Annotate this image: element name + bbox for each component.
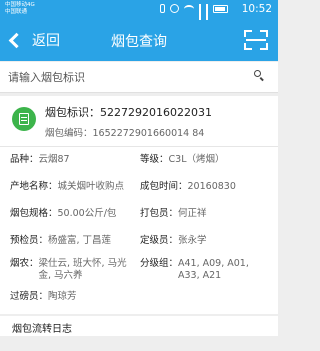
spec-label: 烟包规格：: [10, 208, 58, 219]
pack-time-label: 成包时间：: [140, 181, 188, 192]
bale-log-link[interactable]: 烟包流转日志: [0, 316, 278, 336]
bale-code-row: 烟包编码：1652272901660014 84: [45, 125, 204, 139]
origin-field: 产地名称：城关烟叶收购点: [10, 181, 124, 193]
bale-log-label: 烟包流转日志: [12, 324, 72, 335]
search-bar: [0, 62, 278, 93]
bale-code-label: 烟包编码：: [45, 128, 93, 139]
pregrader-value: 杨盛富, 丁昌莲: [48, 235, 112, 246]
weigher-value: 陶琼芳: [48, 291, 77, 302]
origin-value: 城关烟叶收购点: [57, 181, 125, 192]
scan-frame-corner: [260, 43, 268, 50]
bale-id-row: 烟包标识：5227292016022031: [45, 104, 212, 120]
packer-label: 打包员：: [140, 208, 179, 219]
weigher-label: 过磅员：: [10, 291, 49, 302]
carrier-info: 中国移动4G 中国联通: [5, 2, 35, 16]
class-group-field: 分级组：A41, A09, A01, A33, A21: [140, 258, 275, 282]
class-group-label: 分级组：: [140, 258, 179, 269]
alarm-icon: [170, 4, 179, 13]
farmer-label: 烟农：: [10, 258, 39, 269]
farmer-value: 梁仕云, 班大怀, 马光金, 马六养: [38, 258, 127, 281]
grade-field: 等级：C3L（烤烟）: [140, 154, 225, 166]
page-title: 烟包查询: [111, 34, 167, 50]
bale-info-card: 烟包标识：5227292016022031 烟包编码：1652272901660…: [0, 96, 278, 314]
bale-id-label: 烟包标识：: [45, 106, 100, 119]
pack-time-value: 20160830: [187, 181, 236, 192]
variety-value: 云烟87: [38, 154, 70, 165]
scan-button[interactable]: [244, 30, 268, 50]
scan-frame-corner: [244, 30, 252, 37]
bale-code-value: 1652272901660014 84: [92, 128, 205, 139]
status-icons: [160, 4, 228, 28]
search-input[interactable]: [8, 67, 238, 87]
grader-value: 张永学: [178, 235, 207, 246]
carrier-2: 中国联通: [5, 9, 28, 15]
search-icon[interactable]: [254, 70, 265, 81]
bale-id-value: 5227292016022031: [100, 106, 212, 119]
variety-field: 品种：云烟87: [10, 154, 70, 166]
battery-icon: [213, 4, 228, 13]
origin-label: 产地名称：: [10, 181, 58, 192]
signal-icon: [199, 4, 201, 28]
scan-frame-corner: [244, 43, 252, 50]
document-icon: [12, 107, 36, 131]
bluetooth-icon: [160, 4, 165, 13]
title-bar: 返回 烟包查询: [0, 20, 278, 61]
pregrader-label: 预检员：: [10, 235, 49, 246]
spec-value: 50.00公斤/包: [57, 208, 117, 219]
grader-label: 定级员：: [140, 235, 179, 246]
signal-2-icon: [206, 4, 208, 28]
status-bar: 中国移动4G 中国联通 10:52: [0, 0, 278, 28]
weigher-field: 过磅员：陶琼芳: [10, 291, 77, 303]
carrier-1: 中国移动4G: [5, 2, 35, 8]
grade-value: C3L（烤烟）: [168, 154, 225, 165]
pack-time-field: 成包时间：20160830: [140, 181, 236, 193]
packer-value: 何正祥: [178, 208, 207, 219]
scan-frame-corner: [260, 30, 268, 37]
farmer-field: 烟农：梁仕云, 班大怀, 马光金, 马六养: [10, 258, 138, 282]
clock: 10:52: [241, 3, 272, 15]
pregrader-field: 预检员：杨盛富, 丁昌莲: [10, 235, 111, 247]
spec-field: 烟包规格：50.00公斤/包: [10, 208, 116, 220]
packer-field: 打包员：何正祥: [140, 208, 207, 220]
divider: [0, 146, 278, 147]
wifi-icon: [184, 4, 194, 13]
variety-label: 品种：: [10, 154, 39, 165]
class-group-value: A41, A09, A01, A33, A21: [178, 258, 249, 281]
scan-icon: [246, 39, 266, 41]
grade-label: 等级：: [140, 154, 169, 165]
grader-field: 定级员：张永学: [140, 235, 207, 247]
